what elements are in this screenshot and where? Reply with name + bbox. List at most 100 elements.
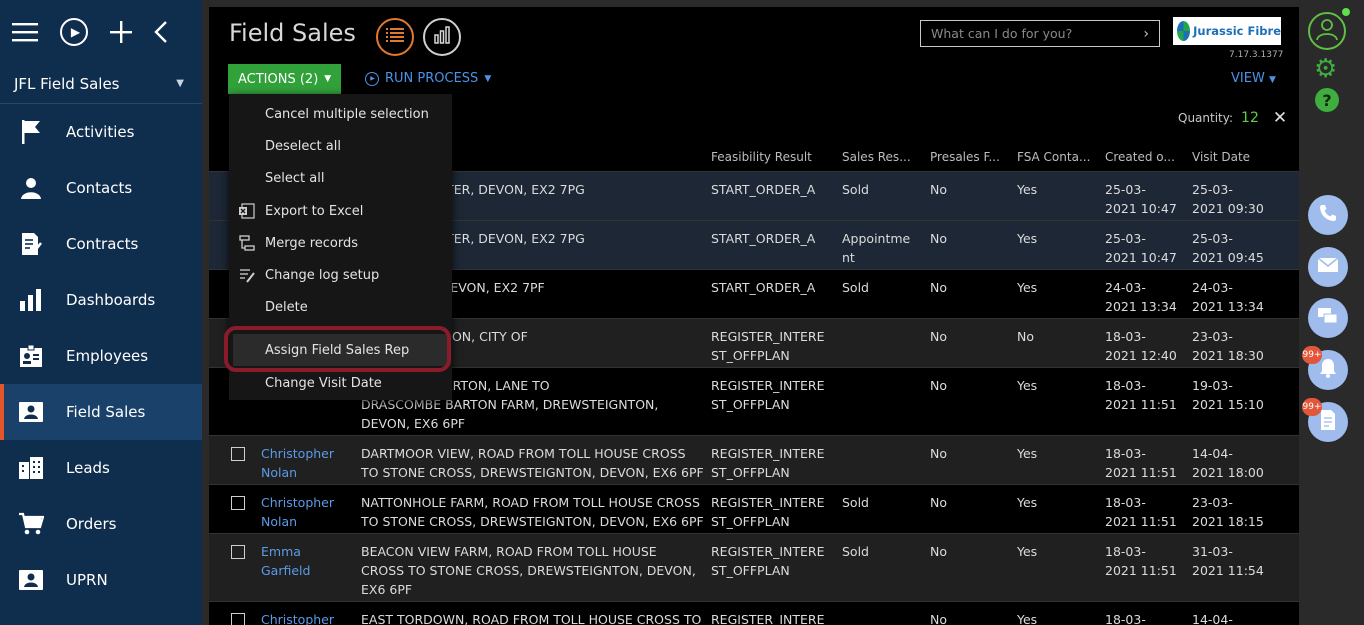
- sidebar-item-label: Orders: [66, 515, 117, 533]
- sidebar: ▶ JFL Field Sales ▼ Activities Contacts Co…: [0, 0, 202, 625]
- created-on-cell: 18-03- 2021 12:40: [1105, 329, 1177, 363]
- merge-icon: [239, 235, 255, 251]
- document-icon: [1319, 409, 1337, 435]
- app-selector[interactable]: JFL Field Sales ▼: [0, 64, 202, 104]
- collapse-chevron-left-icon[interactable]: [154, 21, 168, 43]
- menu-item-deselect-all[interactable]: Deselect all: [229, 130, 452, 162]
- visit-date-cell: 25-03- 2021 09:30: [1192, 182, 1264, 216]
- sidebar-item-label: Contacts: [66, 179, 133, 197]
- presales-cell: No: [930, 612, 947, 625]
- table-row[interactable]: Christopher Nolan DARTMOOR VIEW, ROAD FROM…: [209, 435, 1299, 484]
- sidebar-item-label: Field Sales: [66, 403, 146, 421]
- column-header[interactable]: FSA Conta...: [1017, 150, 1090, 164]
- chat-button[interactable]: [1308, 298, 1348, 338]
- list-view-button[interactable]: [376, 18, 414, 56]
- row-checkbox[interactable]: [231, 545, 245, 559]
- table-row[interactable]: Christopher EAST TORDOWN, ROAD FROM TOLL …: [209, 601, 1299, 625]
- row-checkbox[interactable]: [231, 447, 245, 461]
- sidebar-item-label: UPRN: [66, 571, 108, 589]
- visit-date-cell: 14-04-: [1192, 612, 1233, 625]
- row-checkbox[interactable]: [231, 613, 245, 625]
- fsa-contact-cell: Yes: [1017, 446, 1038, 461]
- bar-chart-icon: [433, 26, 451, 48]
- email-button[interactable]: [1308, 247, 1348, 287]
- rep-name-link[interactable]: Christopher Nolan: [261, 493, 334, 531]
- run-process-button[interactable]: ▶ RUN PROCESS ▼: [365, 71, 491, 86]
- quantity-label: Quantity:: [1178, 111, 1234, 125]
- person-icon: [18, 175, 44, 201]
- sidebar-item-dashboards[interactable]: Dashboards: [0, 272, 202, 328]
- feasibility-cell: START_ORDER_A: [711, 231, 816, 246]
- logo-mark-icon: [1177, 21, 1191, 41]
- menu-item-label: Change Visit Date: [265, 375, 382, 391]
- sidebar-item-label: Employees: [66, 347, 149, 365]
- rep-name-link[interactable]: Emma Garfield: [261, 542, 310, 580]
- quantity-value: 12: [1241, 110, 1259, 126]
- sidebar-item-contacts[interactable]: Contacts: [0, 160, 202, 216]
- row-checkbox[interactable]: [231, 496, 245, 510]
- sidebar-toolbar: ▶: [0, 0, 202, 64]
- sales-result-cell: Appointme nt: [842, 231, 911, 265]
- feasibility-cell: START_ORDER_A: [711, 280, 816, 295]
- sidebar-item-label: Leads: [66, 459, 110, 477]
- person-card-icon: [18, 399, 44, 425]
- phone-icon: [1318, 203, 1338, 227]
- run-process-label: RUN PROCESS: [385, 71, 479, 86]
- column-header[interactable]: Feasibility Result: [711, 150, 812, 164]
- phone-button[interactable]: [1308, 195, 1348, 235]
- tasks-badge: 99+: [1302, 398, 1322, 416]
- sidebar-item-field-sales[interactable]: Field Sales: [0, 384, 202, 440]
- help-icon[interactable]: ?: [1315, 88, 1339, 112]
- rep-name-link[interactable]: Christopher: [261, 610, 334, 625]
- address-cell: EAST TORDOWN, ROAD FROM TOLL HOUSE CROSS…: [361, 612, 702, 625]
- hamburger-menu-icon[interactable]: [12, 22, 38, 42]
- chart-view-button[interactable]: [423, 18, 461, 56]
- contract-icon: [18, 231, 44, 257]
- sidebar-item-contracts[interactable]: Contracts: [0, 216, 202, 272]
- visit-date-cell: 14-04- 2021 18:00: [1192, 446, 1264, 480]
- fsa-contact-cell: Yes: [1017, 612, 1038, 625]
- close-selection-icon[interactable]: ✕: [1273, 108, 1287, 128]
- actions-button[interactable]: ACTIONS (2) ▼: [228, 64, 342, 94]
- menu-item-change-log-setup[interactable]: Change log setup: [229, 259, 452, 291]
- menu-item-select-all[interactable]: Select all: [229, 162, 452, 194]
- menu-item-merge-records[interactable]: Merge records: [229, 227, 452, 259]
- feasibility-cell: REGISTER_INTERE: [711, 612, 825, 625]
- sidebar-item-leads[interactable]: Leads: [0, 440, 202, 496]
- menu-item-delete[interactable]: Delete: [229, 291, 452, 323]
- sidebar-nav: Activities Contacts Contracts Dashboards Emp…: [0, 104, 202, 608]
- fsa-contact-cell: Yes: [1017, 231, 1038, 246]
- created-on-cell: 18-03- 2021 11:51: [1105, 544, 1177, 578]
- menu-item-export-to-excel[interactable]: Export to Excel: [229, 195, 452, 227]
- play-icon[interactable]: ▶: [60, 18, 88, 46]
- sales-result-cell: Sold: [842, 495, 869, 510]
- column-header[interactable]: Presales F...: [930, 150, 1000, 164]
- visit-date-cell: 23-03- 2021 18:15: [1192, 495, 1264, 529]
- menu-item-cancel-multiple-selection[interactable]: Cancel multiple selection: [229, 98, 452, 130]
- column-header[interactable]: Sales Res...: [842, 150, 911, 164]
- sidebar-item-orders[interactable]: Orders: [0, 496, 202, 552]
- gear-icon[interactable]: ⚙: [1314, 56, 1337, 82]
- column-header[interactable]: Created o...: [1105, 150, 1175, 164]
- person-card-icon: [18, 567, 44, 593]
- visit-date-cell: 31-03- 2021 11:54: [1192, 544, 1264, 578]
- rep-name-link[interactable]: Christopher Nolan: [261, 444, 334, 482]
- user-avatar[interactable]: [1308, 12, 1346, 50]
- buildings-icon: [18, 455, 44, 481]
- created-on-cell: 24-03- 2021 13:34: [1105, 280, 1177, 314]
- online-status-dot: [1342, 8, 1350, 16]
- bell-icon: [1318, 357, 1338, 383]
- table-row[interactable]: Christopher Nolan NATTONHOLE FARM, ROAD FR…: [209, 484, 1299, 533]
- sidebar-item-activities[interactable]: Activities: [0, 104, 202, 160]
- presales-cell: No: [930, 329, 947, 344]
- sidebar-item-employees[interactable]: Employees: [0, 328, 202, 384]
- view-label: VIEW: [1231, 71, 1265, 86]
- list-icon: [386, 27, 404, 47]
- column-header[interactable]: Visit Date: [1192, 150, 1250, 164]
- annotation-highlight-ring: [224, 326, 451, 372]
- command-search-input[interactable]: What can I do for you? ›: [920, 20, 1160, 47]
- sidebar-item-uprn[interactable]: UPRN: [0, 552, 202, 608]
- plus-icon[interactable]: [110, 21, 132, 43]
- table-row[interactable]: Emma Garfield BEACON VIEW FARM, ROAD FROM …: [209, 533, 1299, 601]
- view-menu-button[interactable]: VIEW ▼: [1231, 71, 1276, 86]
